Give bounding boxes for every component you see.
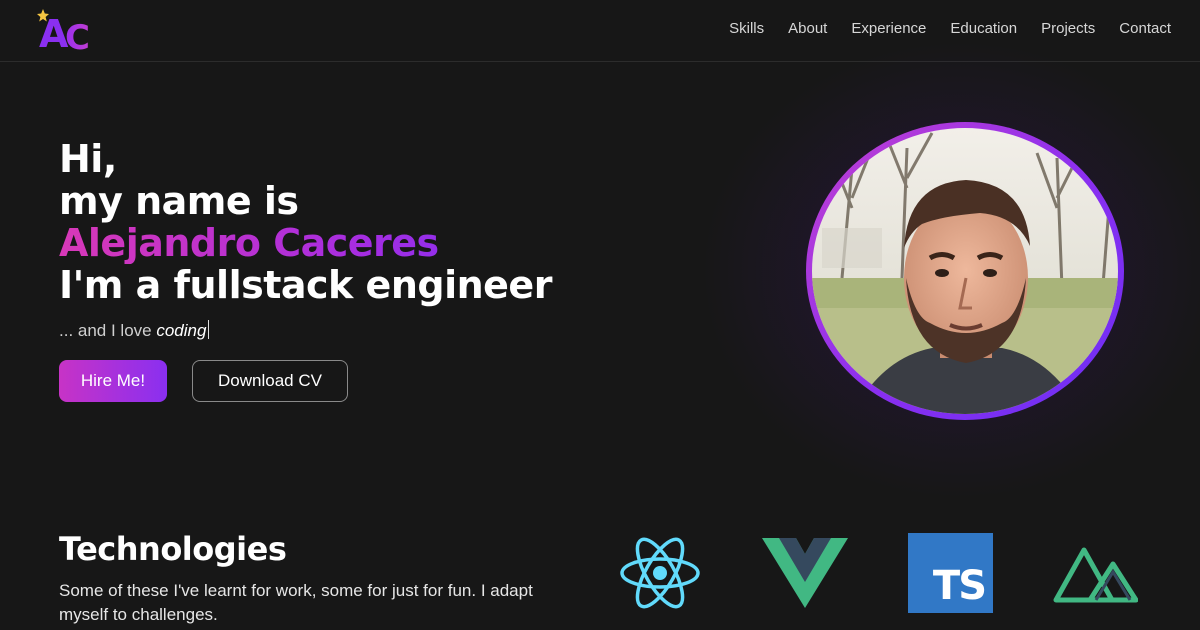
hero-intro: my name is [59,179,299,223]
avatar [812,128,1118,414]
typescript-label: TS [932,563,987,609]
hero-tagline: ... and I love coding [59,320,210,341]
tagline-typed-word: coding [156,321,207,340]
logo[interactable]: A C [34,6,104,54]
hire-me-button[interactable]: Hire Me! [59,360,167,402]
nav-education[interactable]: Education [950,19,1017,39]
typing-cursor [208,320,210,339]
technologies-heading: Technologies [59,530,287,568]
download-cv-button[interactable]: Download CV [192,360,348,402]
tagline-prefix: ... and I love [59,321,157,340]
vue-icon [762,538,848,608]
hero-role: I'm a fullstack engineer [59,263,552,307]
nav-contact[interactable]: Contact [1119,19,1171,39]
nav-experience[interactable]: Experience [851,19,926,39]
logo-letter-c: C [65,18,90,54]
technologies-description: Some of these I've learnt for work, some… [59,581,533,624]
nuxt-icon [1053,547,1138,603]
hero-greeting: Hi, [59,137,117,181]
nav-skills[interactable]: Skills [729,19,764,39]
hero-heading: Hi, my name is Alejandro Caceres I'm a f… [59,138,552,306]
nav-about[interactable]: About [788,19,827,39]
avatar-frame [806,122,1124,420]
react-icon [620,537,700,609]
nav-projects[interactable]: Projects [1041,19,1095,39]
typescript-icon: TS [908,533,993,613]
hero-name: Alejandro Caceres [59,222,552,264]
main-nav: Skills About Experience Education Projec… [729,19,1171,39]
